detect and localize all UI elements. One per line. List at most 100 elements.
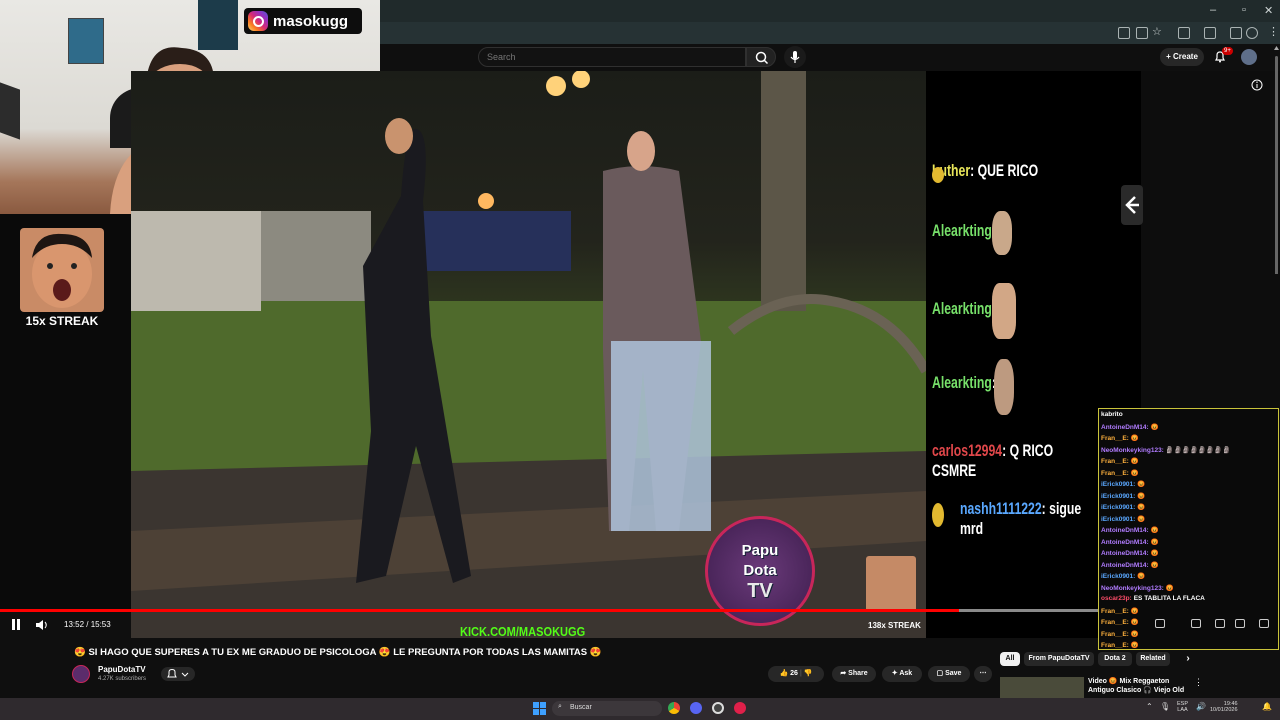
language-indicator[interactable]: ESP LAA — [1177, 701, 1188, 713]
recommended-thumbnail[interactable] — [1000, 677, 1084, 699]
profile-icon[interactable] — [1246, 27, 1258, 39]
instagram-badge: masokugg — [244, 8, 362, 34]
maximize-icon[interactable]: ▫ — [1242, 4, 1246, 16]
save-button[interactable]: ▢ Save — [928, 666, 970, 682]
dislike-icon[interactable]: 👎 — [804, 670, 813, 677]
chat-username[interactable]: iErick0901: — [1101, 516, 1135, 523]
chat-username[interactable]: Fran__E: — [1101, 642, 1129, 649]
windows-start-icon[interactable] — [533, 702, 546, 715]
like-count: 26 — [790, 670, 798, 677]
time-display: 13:52 / 15:53 — [64, 620, 111, 629]
subscription-bell-button[interactable] — [161, 667, 195, 681]
chat-message: iErick0901: 😡 — [1101, 503, 1145, 511]
chip-related[interactable]: Related — [1136, 652, 1170, 666]
overlay-user: carlos12994 — [932, 441, 1003, 460]
tray-mic-icon[interactable]: 🎙 — [1160, 702, 1170, 711]
chat-username[interactable]: AntoineDnM14: — [1101, 562, 1149, 569]
chrome-app-icon[interactable] — [668, 702, 680, 714]
chat-username[interactable]: Fran__E: — [1101, 631, 1129, 638]
chat-message: Fran__E: 😡 — [1101, 607, 1139, 615]
share-button[interactable]: ➦ Share — [832, 666, 876, 682]
discord-app-icon[interactable] — [690, 702, 702, 714]
chat-username[interactable]: Fran__E: — [1101, 458, 1129, 465]
chat-username[interactable]: Fran__E: — [1101, 619, 1129, 626]
streak-avatar — [20, 228, 104, 312]
chat-username[interactable]: Fran__E: — [1101, 435, 1129, 442]
chat-message: Fran__E: 😡 — [1101, 434, 1139, 442]
minimize-icon[interactable]: – — [1210, 4, 1216, 16]
pause-icon[interactable] — [11, 619, 21, 630]
volume-tray-icon[interactable]: 🔊 — [1196, 702, 1206, 711]
chat-username[interactable]: iErick0901: — [1101, 573, 1135, 580]
menu-dots-icon[interactable]: ⋮ — [1268, 25, 1279, 38]
chevron-right-icon[interactable]: › — [1178, 652, 1198, 666]
chat-username[interactable]: Fran__E: — [1101, 470, 1129, 477]
sidebar-icon[interactable] — [1204, 27, 1216, 39]
taskbar-search[interactable]: ⌕ Buscar — [552, 701, 662, 716]
notification-badge: 9+ — [1222, 47, 1233, 55]
back-arrow-icon[interactable] — [1121, 185, 1143, 225]
miniplayer-icon[interactable] — [1215, 619, 1225, 628]
chat-username[interactable]: iErick0901: — [1101, 504, 1135, 511]
chip-all[interactable]: All — [1000, 652, 1020, 666]
search-input[interactable] — [478, 47, 746, 67]
system-clock[interactable]: 19:46 10/01/2026 — [1210, 701, 1238, 713]
chat-message: Fran__E: 😡 — [1101, 630, 1139, 638]
chat-username[interactable]: oscar23p: — [1101, 595, 1132, 602]
like-icon[interactable]: 👍 — [779, 670, 790, 677]
chat-username[interactable]: NeoMonkeyking123: — [1101, 447, 1164, 454]
info-icon[interactable] — [1251, 79, 1263, 91]
logo-line: Dota — [743, 562, 777, 579]
channel-avatar[interactable] — [72, 665, 90, 683]
chat-message: Fran__E: 😡 — [1101, 469, 1139, 477]
notification-tray-icon[interactable]: 🔔 — [1262, 702, 1272, 711]
chat-username[interactable]: AntoineDnM14: — [1101, 527, 1149, 534]
channel-name[interactable]: PapuDotaTV — [98, 665, 146, 674]
chat-text: 😡 — [1130, 642, 1139, 649]
overlay-user: Alearkting — [932, 373, 992, 392]
chat-username[interactable]: iErick0901: — [1101, 481, 1135, 488]
tray-chevron-icon[interactable]: ⌃ — [1146, 702, 1153, 711]
volume-icon[interactable] — [35, 619, 49, 631]
search-button[interactable] — [746, 47, 776, 67]
chat-username[interactable]: iErick0901: — [1101, 493, 1135, 500]
account-avatar[interactable] — [1241, 49, 1257, 65]
translate-icon[interactable] — [1118, 27, 1130, 39]
fullscreen-icon[interactable] — [1259, 619, 1269, 628]
app-icon[interactable] — [734, 702, 746, 714]
like-dislike-group[interactable]: 👍 26 | 👎 — [768, 666, 824, 682]
download-icon[interactable] — [1230, 27, 1242, 39]
chip-dota2[interactable]: Dota 2 — [1098, 652, 1132, 666]
cc-icon[interactable] — [1155, 619, 1165, 628]
chat-username[interactable]: AntoineDnM14: — [1101, 424, 1149, 431]
page-scrollbar[interactable] — [1273, 44, 1280, 274]
more-vert-icon[interactable]: ⋮ — [1194, 677, 1203, 688]
bookmark-star-icon[interactable]: ☆ — [1152, 25, 1162, 38]
cast-icon[interactable] — [1136, 27, 1148, 39]
chat-username[interactable]: AntoineDnM14: — [1101, 550, 1149, 557]
close-icon[interactable]: ✕ — [1264, 4, 1273, 17]
theater-icon[interactable] — [1235, 619, 1245, 628]
progress-played[interactable] — [0, 609, 959, 612]
chat-message: iErick0901: 😡 — [1101, 492, 1145, 500]
video-title: 😍 SI HAGO QUE SUPERES A TU EX ME GRADUO … — [74, 647, 602, 658]
settings-icon[interactable] — [1191, 619, 1201, 628]
chat-username[interactable]: NeoMonkeyking123: — [1101, 585, 1164, 592]
obs-app-icon[interactable] — [712, 702, 724, 714]
chip-from-channel[interactable]: From PapuDotaTV — [1024, 652, 1094, 666]
chat-text: 🗿🗿🗿🗿🗿🗿🗿🗿 — [1165, 446, 1231, 454]
voice-search-button[interactable] — [784, 46, 806, 68]
logo-line: TV — [747, 580, 773, 602]
chat-username[interactable]: Fran__E: — [1101, 608, 1129, 615]
chat-text: 😡 — [1137, 504, 1146, 511]
chat-username[interactable]: kabrito — [1101, 411, 1123, 418]
chat-message: kabrito — [1101, 411, 1125, 418]
ask-button[interactable]: ✦ Ask — [882, 666, 922, 682]
chat-list: kabrito AntoineDnM14: 😡 Fran__E: 😡 NeoMonkeyk… — [1098, 408, 1279, 650]
create-button[interactable]: + Create — [1160, 48, 1204, 66]
more-actions-button[interactable]: ⋯ — [974, 666, 992, 682]
overlay-user: Alearkting — [932, 221, 992, 240]
extensions-icon[interactable] — [1178, 27, 1190, 39]
chat-username[interactable]: AntoineDnM14: — [1101, 539, 1149, 546]
overlay-chat-line: Alearkting: — [932, 221, 996, 241]
